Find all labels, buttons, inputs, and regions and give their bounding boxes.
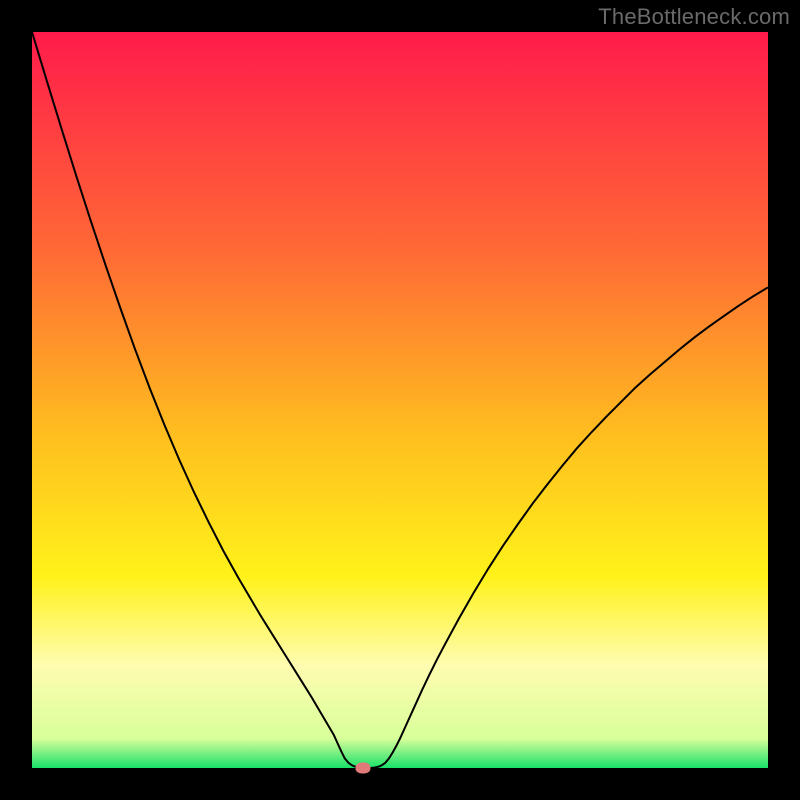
chart-frame: TheBottleneck.com bbox=[0, 0, 800, 800]
bottleneck-curve bbox=[32, 32, 768, 768]
minimum-dot-icon bbox=[356, 763, 371, 774]
plot-area bbox=[32, 32, 768, 768]
watermark-text: TheBottleneck.com bbox=[598, 4, 790, 30]
